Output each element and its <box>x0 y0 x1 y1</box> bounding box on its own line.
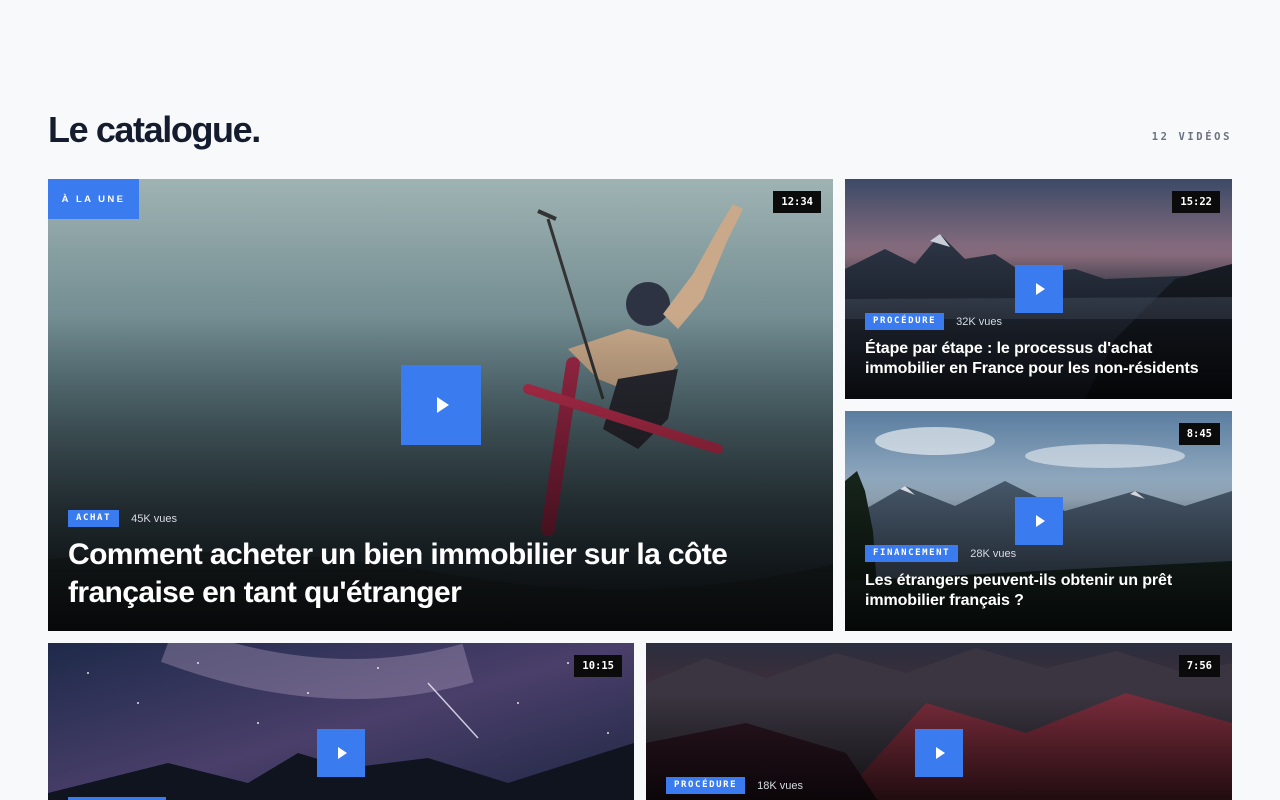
play-button[interactable] <box>317 729 365 777</box>
play-button[interactable] <box>401 365 481 445</box>
category-badge: FINANCEMENT <box>865 545 959 562</box>
featured-video-card[interactable]: À LA UNE 12:34 ACHAT 45K vues Comment ac… <box>48 179 833 631</box>
duration-badge: 7:56 <box>1178 655 1220 677</box>
view-count: 18K vues <box>757 779 804 792</box>
video-card[interactable]: 8:45 FINANCEMENT 28K vues Les étrangers … <box>845 411 1232 631</box>
video-meta: PROCÉDURE 18K vues <box>666 777 803 794</box>
duration-badge: 15:22 <box>1172 191 1220 213</box>
play-button[interactable] <box>915 729 963 777</box>
video-title: Étape par étape : le processus d'achat i… <box>865 340 1199 377</box>
category-badge: PROCÉDURE <box>666 777 746 794</box>
play-icon <box>436 397 449 413</box>
video-card[interactable]: 10:15 <box>48 643 634 800</box>
view-count: 45K vues <box>131 512 177 525</box>
view-count: 28K vues <box>970 547 1017 560</box>
play-icon <box>1036 283 1045 295</box>
play-icon <box>338 747 347 759</box>
video-title: Comment acheter un bien immobilier sur l… <box>68 538 728 609</box>
video-card[interactable]: 15:22 PROCÉDURE 32K vues Étape par étape… <box>845 179 1232 399</box>
video-meta: ACHAT 45K vues <box>68 510 177 527</box>
video-title: Les étrangers peuvent-ils obtenir un prê… <box>865 572 1173 609</box>
page-title: Le catalogue. <box>48 109 261 150</box>
video-meta: FINANCEMENT 28K vues <box>865 545 1016 562</box>
play-icon <box>936 747 945 759</box>
play-button[interactable] <box>1015 265 1063 313</box>
category-badge: ACHAT <box>68 510 120 527</box>
catalogue-header: Le catalogue. 12 VIDÉOS <box>48 110 1232 150</box>
video-card[interactable]: 7:56 PROCÉDURE 18K vues <box>646 643 1232 800</box>
duration-badge: 10:15 <box>574 655 622 677</box>
video-count: 12 VIDÉOS <box>1151 131 1232 143</box>
duration-badge: 8:45 <box>1178 423 1220 445</box>
video-meta: PROCÉDURE 32K vues <box>865 313 1002 330</box>
category-badge: PROCÉDURE <box>865 313 945 330</box>
play-button[interactable] <box>1015 497 1063 545</box>
view-count: 32K vues <box>956 315 1003 328</box>
featured-badge: À LA UNE <box>48 179 139 219</box>
play-icon <box>1036 515 1045 527</box>
duration-badge: 12:34 <box>773 191 821 213</box>
